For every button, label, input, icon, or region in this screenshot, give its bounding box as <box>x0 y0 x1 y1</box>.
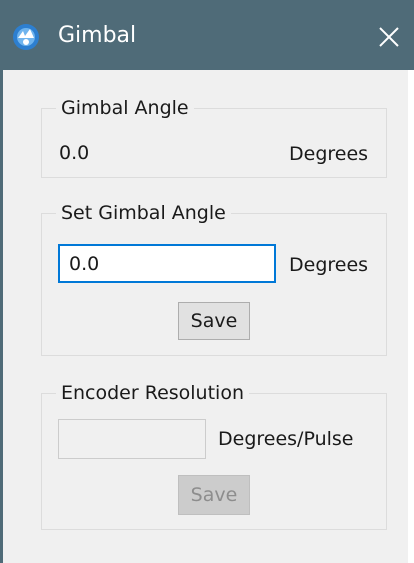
app-icon <box>13 24 39 50</box>
encoder-resolution-legend: Encoder Resolution <box>56 380 249 406</box>
gimbal-window: Gimbal Gimbal Angle 0.0 Degrees Set Gimb… <box>0 0 414 563</box>
save-encoder-resolution-button[interactable]: Save <box>178 475 250 515</box>
save-gimbal-angle-button[interactable]: Save <box>178 302 250 340</box>
encoder-resolution-input[interactable] <box>58 419 206 459</box>
gimbal-angle-value: 0.0 <box>59 142 90 164</box>
close-button[interactable] <box>364 14 414 60</box>
gimbal-angle-unit: Degrees <box>289 143 369 165</box>
set-gimbal-angle-legend: Set Gimbal Angle <box>56 200 231 226</box>
dialog-body: Gimbal Angle 0.0 Degrees Set Gimbal Angl… <box>0 70 408 563</box>
gimbal-angle-input[interactable] <box>58 244 276 283</box>
set-gimbal-angle-unit: Degrees <box>289 254 369 276</box>
gimbal-angle-legend: Gimbal Angle <box>56 95 194 121</box>
close-icon <box>379 27 399 47</box>
encoder-resolution-unit: Degrees/Pulse <box>218 428 354 450</box>
window-title: Gimbal <box>58 23 137 48</box>
title-bar[interactable]: Gimbal <box>0 0 414 70</box>
